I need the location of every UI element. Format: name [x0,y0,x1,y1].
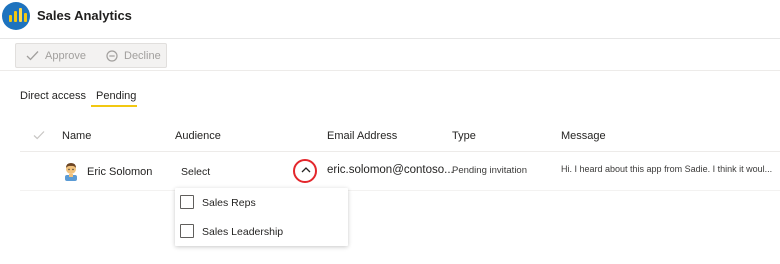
checkmark-icon [33,131,45,140]
highlight-circle [293,159,317,183]
tab-direct-access[interactable]: Direct access [20,90,86,102]
decline-button[interactable]: Decline [106,44,161,67]
approve-label: Approve [45,49,86,62]
column-header-name[interactable]: Name [62,130,91,142]
audience-dropdown: Sales Reps Sales Leadership [175,188,348,246]
row-type: Pending invitation [452,165,527,176]
active-tab-indicator [91,105,137,107]
select-all-checkbox[interactable] [33,130,45,143]
column-header-audience[interactable]: Audience [175,130,221,142]
header-divider [20,151,780,152]
action-toolbar: Approve Decline [15,43,167,68]
app-header: Sales Analytics [0,0,780,39]
toolbar-divider [0,70,780,71]
row-message: Hi. I heard about this app from Sadie. I… [561,164,773,174]
decline-label: Decline [124,49,161,62]
option-label: Sales Reps [202,197,256,209]
column-header-email[interactable]: Email Address [327,130,397,142]
app-title: Sales Analytics [37,8,132,23]
tab-pending[interactable]: Pending [96,90,136,102]
option-label: Sales Leadership [202,226,284,238]
avatar [65,163,77,181]
approve-button[interactable]: Approve [26,44,86,67]
checkbox[interactable] [180,195,194,209]
column-header-type[interactable]: Type [452,130,476,142]
option-sales-leadership[interactable]: Sales Leadership [175,218,348,246]
option-sales-reps[interactable]: Sales Reps [175,189,348,217]
row-divider [20,190,780,191]
checkmark-icon [26,51,39,61]
bar-chart-logo-icon [2,2,30,30]
checkbox[interactable] [180,224,194,238]
audience-select[interactable]: Select [181,166,210,178]
row-email: eric.solomon@contoso... [327,164,454,176]
row-name: Eric Solomon [87,166,153,178]
column-header-message[interactable]: Message [561,130,606,142]
decline-circle-icon [106,49,118,62]
